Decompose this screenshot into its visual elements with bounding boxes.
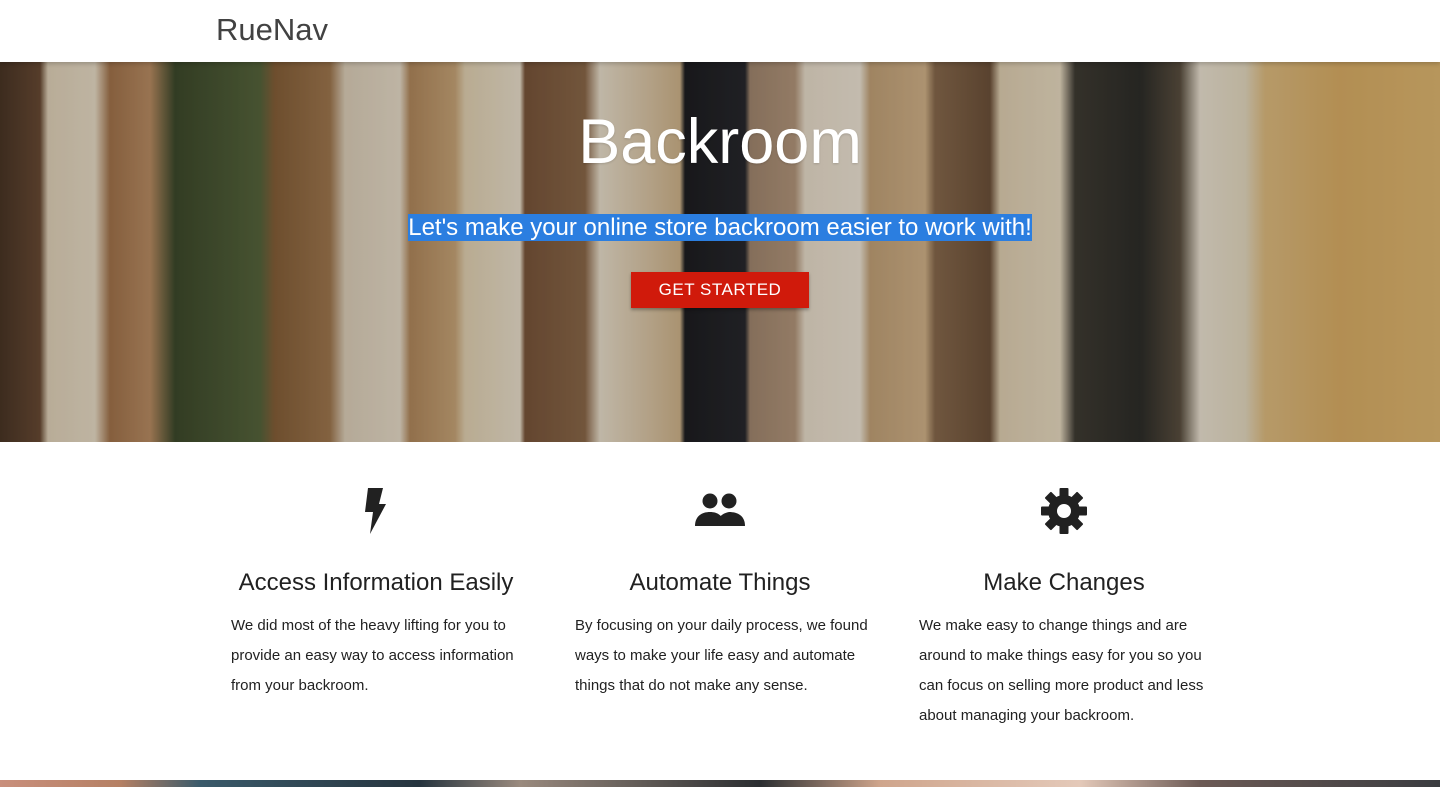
- feature-title: Make Changes: [983, 569, 1145, 596]
- feature-description: We did most of the heavy lifting for you…: [231, 617, 514, 694]
- feature-title: Automate Things: [629, 569, 811, 596]
- gear-icon: [1041, 488, 1087, 534]
- bolt-icon: [365, 488, 386, 534]
- features-section: Access Information Easily We did most of…: [216, 442, 1224, 780]
- hero-title: Backroom: [578, 107, 862, 177]
- hero-subtitle-selected-text: Let's make your online store backroom ea…: [408, 214, 1032, 241]
- navbar: RueNav: [0, 0, 1440, 62]
- brand-logo-link[interactable]: RueNav: [216, 10, 328, 50]
- people-icon: [695, 493, 745, 526]
- get-started-button[interactable]: GET STARTED: [631, 272, 809, 308]
- feature-title: Access Information Easily: [238, 569, 514, 596]
- feature-description: We make easy to change things and are ar…: [919, 617, 1204, 724]
- hero-subtitle: Let's make your online store backroom ea…: [0, 211, 1440, 245]
- hero-banner: Backroom Let's make your online store ba…: [0, 62, 1440, 442]
- next-section-parallax-image: [0, 780, 1440, 787]
- feature-description: By focusing on your daily process, we fo…: [575, 617, 868, 694]
